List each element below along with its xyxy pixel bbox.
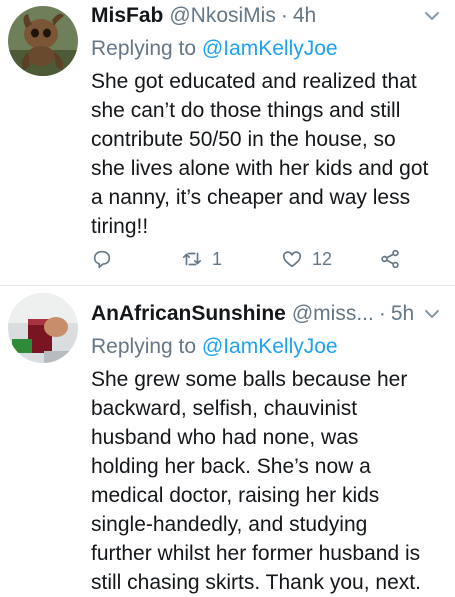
replying-to-prefix: Replying to xyxy=(91,37,197,60)
timestamp[interactable]: 4h xyxy=(293,4,316,28)
tweet-text-line: holding her back. She’s now a xyxy=(91,455,371,478)
tweet-text-line: further whilst her former husband is xyxy=(91,542,421,565)
tweet-text: She got educated and realized that she c… xyxy=(91,67,449,241)
user-handle[interactable]: @miss... xyxy=(292,302,374,326)
tweet-text: She grew some balls because her backward… xyxy=(91,365,449,597)
tweet-content: AnAfricanSunshine @miss... · 5h Replying… xyxy=(91,286,449,597)
tweet-text-line: a nanny, it’s cheaper and way less xyxy=(91,186,411,209)
like-count: 12 xyxy=(312,248,333,269)
share-icon xyxy=(381,249,399,269)
tweet-text-line: she can’t do those things and still xyxy=(91,99,401,122)
share-button[interactable] xyxy=(379,248,401,270)
heart-icon xyxy=(282,251,302,268)
tweet-actions: 1 12 xyxy=(91,248,431,274)
tweet-text-line: single-handedly, and studying xyxy=(91,513,368,536)
replying-to: Replying to @IamKellyJoe xyxy=(91,33,449,65)
tweet-header: MisFab @NkosiMis · 4h xyxy=(91,0,449,32)
tweet-header: AnAfricanSunshine @miss... · 5h xyxy=(91,298,449,330)
timestamp[interactable]: 5h xyxy=(391,302,414,326)
tweet-text-line: backward, selfish, chauvinist xyxy=(91,397,358,420)
tweet-text-line: still chasing skirts. Thank you, next. xyxy=(91,571,421,594)
avatar[interactable] xyxy=(8,6,78,76)
replying-to: Replying to @IamKellyJoe xyxy=(91,331,449,363)
tweet-text-line: She got educated and realized that xyxy=(91,70,417,93)
tweet-text-line: She grew some balls because her xyxy=(91,368,408,391)
avatar[interactable] xyxy=(8,293,78,363)
mention-link[interactable]: @IamKellyJoe xyxy=(202,335,338,358)
mention-link[interactable]: @IamKellyJoe xyxy=(202,37,338,60)
tweet[interactable]: AnAfricanSunshine @miss... · 5h Replying… xyxy=(0,286,455,594)
separator-dot: · xyxy=(378,302,386,325)
tweet-text-line: tiring!! xyxy=(91,215,149,238)
retweet-count: 1 xyxy=(212,248,223,269)
retweet-icon xyxy=(182,252,202,266)
like-button[interactable]: 12 xyxy=(281,248,332,270)
tweet-content: MisFab @NkosiMis · 4h Replying to @IamKe… xyxy=(91,0,449,241)
user-handle[interactable]: @NkosiMis xyxy=(169,4,276,28)
reply-icon xyxy=(93,250,111,269)
tweet-text-line: husband who had none, was xyxy=(91,426,359,449)
chevron-down-icon[interactable] xyxy=(423,305,441,323)
retweet-button[interactable]: 1 xyxy=(181,248,222,270)
reply-button[interactable] xyxy=(91,248,113,270)
tweet[interactable]: MisFab @NkosiMis · 4h Replying to @IamKe… xyxy=(0,0,455,285)
chevron-down-icon[interactable] xyxy=(423,7,441,25)
display-name[interactable]: MisFab xyxy=(91,4,163,28)
replying-to-prefix: Replying to xyxy=(91,335,197,358)
display-name[interactable]: AnAfricanSunshine xyxy=(91,302,286,326)
tweet-text-line: contribute 50/50 in the house, so xyxy=(91,128,396,151)
tweet-text-line: medical doctor, raising her kids xyxy=(91,484,380,507)
separator-dot: · xyxy=(280,4,288,27)
tweet-text-line: she lives alone with her kids and got xyxy=(91,157,429,180)
